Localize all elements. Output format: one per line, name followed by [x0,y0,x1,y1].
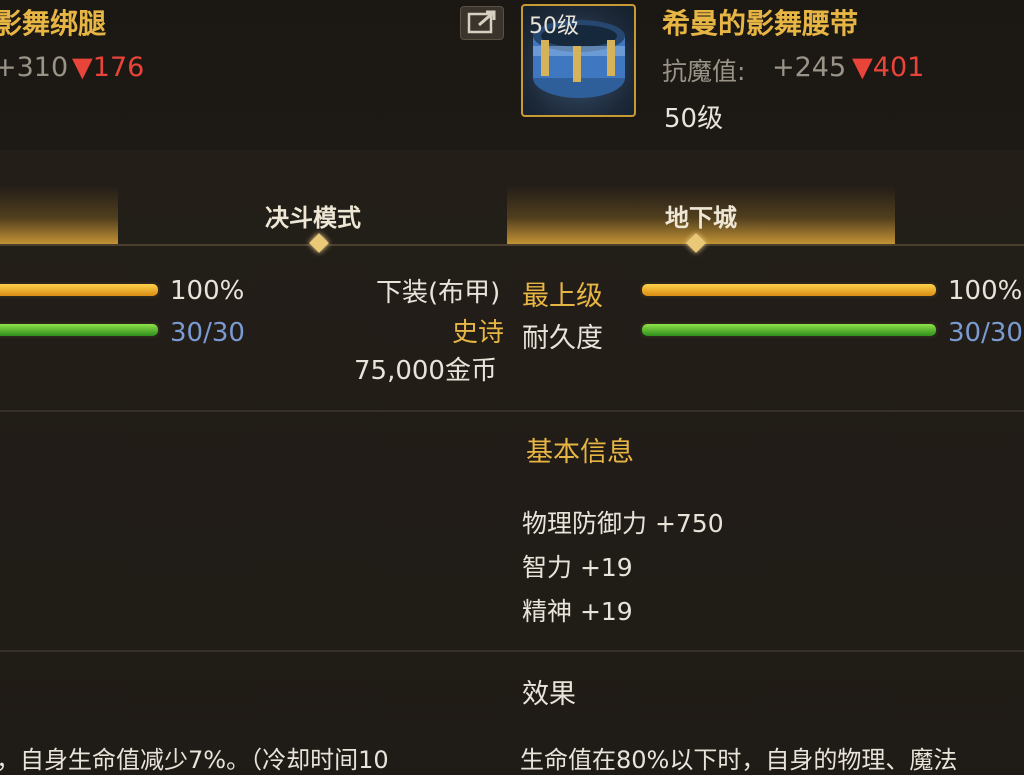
belt-item-icon[interactable]: 50级 [521,4,636,117]
right-item-name: 希曼的影舞腰带 [662,7,859,40]
left-effect-text: ，自身生命值减少7%。（冷却时间10 [0,746,389,774]
left-item-stat-delta: ▼176 [72,52,145,83]
left-durability-bar-fill [0,324,158,336]
right-item-level: 50级 [664,104,724,134]
right-grade-bar-fill [642,284,936,296]
left-item-type: 下装(布甲) [376,278,501,308]
right-grade-label: 最上级 [522,281,603,312]
basic-stat-spirit: 精神 +19 [522,597,633,626]
tab-left-active[interactable] [0,186,118,244]
left-item-name: 影舞绑腿 [0,7,107,40]
right-grade-bar [640,282,938,298]
left-grade-percent: 100% [170,276,245,306]
left-item-stat-change: +310 [0,52,69,83]
tab-pvp-label: 决斗模式 [265,203,361,232]
left-durability-bar [0,322,160,338]
section-divider-2 [0,650,1024,652]
item-level-badge: 50级 [529,14,579,39]
left-grade-bar-fill [0,284,158,296]
left-item-rarity: 史诗 [452,318,505,348]
expand-icon[interactable] [460,6,504,40]
right-grade-percent: 100% [948,276,1023,306]
left-durability-value: 30/30 [170,318,245,348]
left-item-price: 75,000金币 [354,356,497,386]
right-durability-bar [640,322,938,338]
right-durability-bar-fill [642,324,936,336]
right-item-stat-delta: ▼401 [852,52,925,83]
right-effect-text: 生命值在80%以下时，自身的物理、魔法 [520,746,958,774]
tab-pvp[interactable]: 决斗模式 [120,186,506,244]
right-item-stat-change: +245 [772,52,847,83]
effect-title: 效果 [522,679,576,710]
section-divider [0,410,1024,412]
right-durability-value: 30/30 [948,318,1023,348]
basic-stat-physical-defense: 物理防御力 +750 [522,509,724,538]
basic-info-title: 基本信息 [526,437,634,468]
tab-dungeon-label: 地下城 [665,203,737,232]
right-durability-label: 耐久度 [522,323,603,354]
left-grade-bar [0,282,160,298]
right-item-stat-label: 抗魔值: [662,57,746,86]
tab-dungeon[interactable]: 地下城 [507,186,895,244]
tab-divider-line [0,244,1024,246]
basic-stat-intelligence: 智力 +19 [522,553,633,582]
